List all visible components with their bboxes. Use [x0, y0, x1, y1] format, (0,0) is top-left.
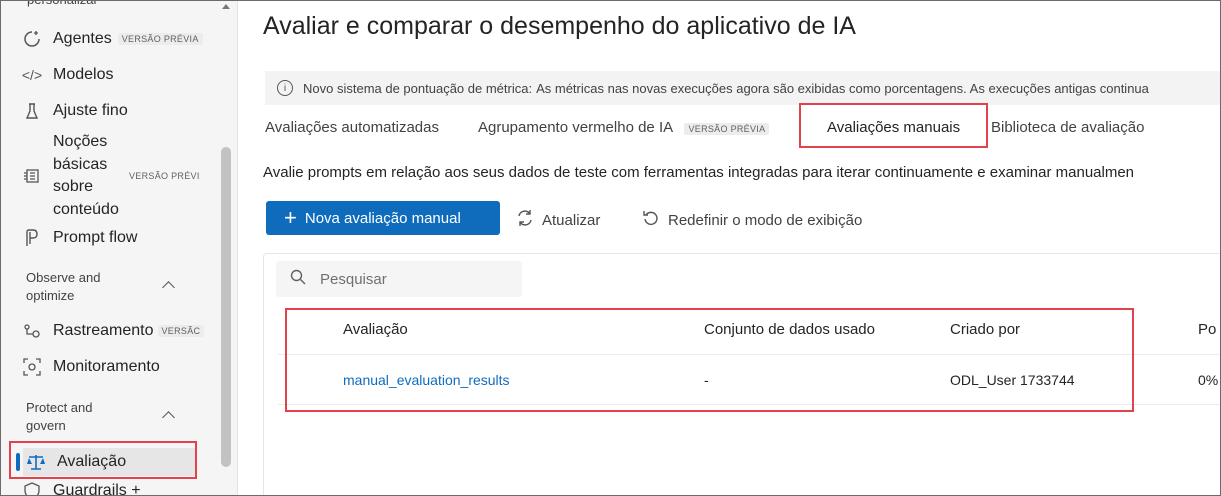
preview-badge: VERSÃO PRÉVIA — [117, 33, 203, 45]
scroll-up-arrow-icon[interactable] — [222, 4, 230, 9]
button-label: Redefinir o modo de exibição — [668, 212, 863, 229]
page-description: Avalie prompts em relação aos seus dados… — [263, 164, 1135, 181]
sidebar-item-agentes[interactable]: Agentes VERSÃO PRÉVIA — [21, 29, 203, 49]
code-icon: </> — [21, 67, 43, 83]
label-line: conteúdo — [53, 200, 119, 218]
sidebar-item-label: Prompt flow — [53, 229, 138, 246]
sidebar-item-label: Noções básicas sobre conteúdo — [53, 131, 123, 221]
reset-icon — [642, 209, 660, 232]
preview-badge: VERSÃO PRÉVI — [129, 171, 200, 181]
button-label: Atualizar — [542, 212, 601, 229]
search-box[interactable]: Pesquisar — [276, 261, 522, 297]
section-label-line: govern — [26, 418, 66, 433]
new-manual-evaluation-button[interactable]: + Nova avaliação manual — [266, 201, 500, 235]
banner-text: As métricas nas novas execuções agora sã… — [536, 80, 1149, 96]
highlight-box — [9, 441, 197, 479]
window: personalizar Agentes VERSÃO PRÉVIA </> M… — [0, 0, 1221, 496]
sidebar-cut-label: personalizar — [27, 1, 98, 7]
section-label-line: optimize — [26, 288, 75, 303]
flask-icon — [21, 101, 43, 121]
highlight-box — [799, 103, 988, 148]
page-title: Avaliar e comparar o desempenho do aplic… — [263, 12, 856, 40]
label-line: básicas — [53, 155, 108, 173]
search-input[interactable]: Pesquisar — [320, 271, 387, 288]
reset-view-button[interactable]: Redefinir o modo de exibição — [642, 209, 862, 232]
sidebar-item-label: Monitoramento — [53, 358, 160, 375]
sidebar-item-label: Rastreamento — [53, 322, 154, 339]
sidebar-item-rastreamento[interactable]: Rastreamento VERSÃC — [21, 321, 205, 341]
tab-label: Agrupamento vermelho de IA — [478, 119, 673, 136]
refresh-icon — [516, 209, 534, 232]
sidebar-item-label: Agentes — [53, 30, 112, 47]
info-icon: i — [277, 80, 293, 96]
label-line: sobre — [53, 178, 94, 195]
highlight-box — [285, 308, 1134, 412]
sidebar-item-label: Guardrails + — [53, 482, 141, 495]
plus-icon: + — [284, 205, 297, 230]
section-label-line: Observe and — [26, 270, 101, 285]
monitor-icon — [21, 357, 43, 377]
preview-badge: VERSÃO PRÉVIA — [684, 123, 770, 135]
label-line: Noções — [53, 133, 108, 150]
refresh-button[interactable]: Atualizar — [516, 209, 600, 232]
chevron-up-icon[interactable] — [162, 281, 175, 294]
preview-badge: VERSÃC — [157, 325, 205, 337]
sidebar-item-prompt-flow[interactable]: Prompt flow — [21, 228, 137, 248]
flow-icon — [21, 228, 43, 248]
percent-cell: 0% — [1198, 372, 1219, 388]
sidebar-item-ajuste-fino[interactable]: Ajuste fino — [21, 101, 128, 121]
tab-avaliacoes-automatizadas[interactable]: Avaliações automatizadas — [265, 119, 439, 136]
agents-icon — [21, 29, 43, 49]
content-icon — [21, 166, 43, 186]
sidebar-item-label: Ajuste fino — [53, 102, 128, 119]
column-header-po[interactable]: Po — [1198, 321, 1216, 338]
section-label-line: Protect and — [26, 400, 93, 415]
banner-bold: Novo sistema de pontuação de métrica: — [303, 80, 533, 96]
search-icon — [290, 269, 306, 289]
main-content: Avaliar e comparar o desempenho do aplic… — [238, 1, 1220, 495]
shield-icon — [21, 481, 43, 495]
tab-agrupamento-vermelho[interactable]: Agrupamento vermelho de IA VERSÃO PRÉVIA — [478, 119, 770, 136]
sidebar-item-nocoes[interactable]: Noções básicas sobre conteúdo VERSÃO PRÉ… — [21, 131, 204, 221]
sidebar: personalizar Agentes VERSÃO PRÉVIA </> M… — [1, 1, 238, 495]
info-banner: i Novo sistema de pontuação de métrica: … — [265, 71, 1220, 105]
button-label: Nova avaliação manual — [304, 209, 461, 227]
sidebar-item-monitoramento[interactable]: Monitoramento — [21, 357, 160, 377]
sidebar-item-modelos[interactable]: </> Modelos — [21, 65, 114, 85]
tracing-icon — [21, 321, 43, 341]
sidebar-item-label: Modelos — [53, 66, 114, 83]
scrollbar-thumb[interactable] — [221, 147, 231, 467]
section-observe[interactable]: Observe and optimize — [26, 269, 100, 305]
sidebar-item-guardrails[interactable]: Guardrails + — [21, 481, 141, 495]
tab-biblioteca-avaliacao[interactable]: Biblioteca de avaliação — [991, 119, 1144, 136]
chevron-up-icon[interactable] — [162, 411, 175, 424]
section-protect[interactable]: Protect and govern — [26, 399, 93, 435]
